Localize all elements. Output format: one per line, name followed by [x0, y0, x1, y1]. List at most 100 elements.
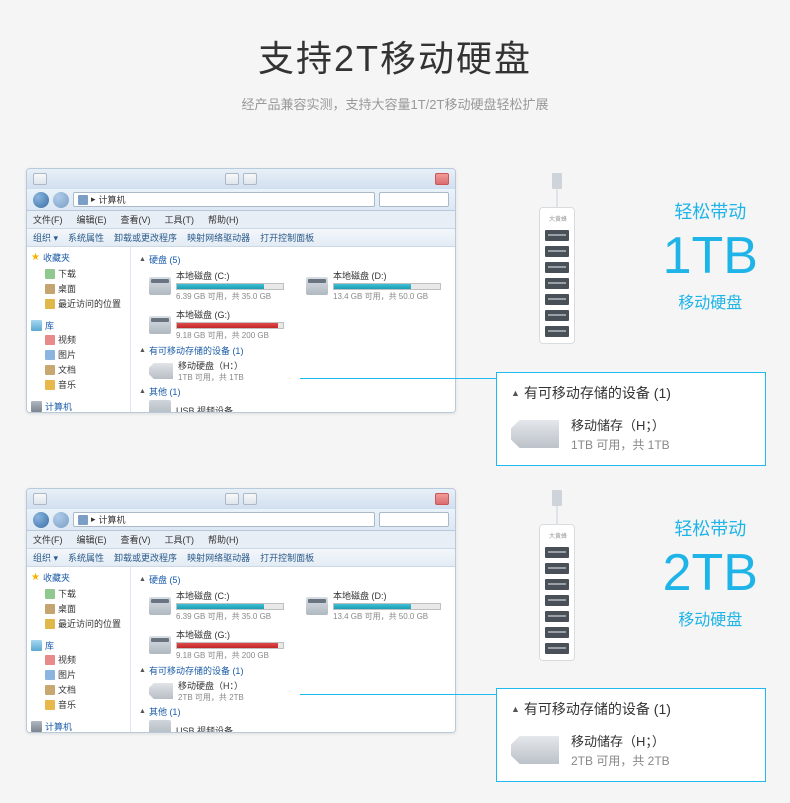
tool-uninstall[interactable]: 卸载或更改程序: [114, 551, 177, 564]
promo-bottom: 移动硬盘: [663, 289, 758, 313]
minimize-button[interactable]: [225, 173, 239, 185]
search-input[interactable]: [379, 512, 449, 527]
usb-port-icon: [545, 611, 569, 622]
favorites-header[interactable]: ★收藏夹: [31, 251, 126, 264]
menu-file[interactable]: 文件(F): [33, 533, 63, 546]
sidebar-video[interactable]: 视频: [31, 652, 126, 667]
removable-icon: [511, 736, 559, 764]
usb-port-icon: [545, 294, 569, 305]
sidebar-music[interactable]: 音乐: [31, 697, 126, 712]
sidebar-pictures[interactable]: 图片: [31, 347, 126, 362]
removable-h[interactable]: 移动硬盘（H：）2TB 可用，共 2TB: [149, 679, 447, 703]
menu-tools[interactable]: 工具(T): [165, 533, 195, 546]
forward-button[interactable]: [53, 512, 69, 528]
tool-map[interactable]: 映射网络驱动器: [187, 231, 250, 244]
star-icon: ★: [31, 572, 40, 583]
back-button[interactable]: [33, 192, 49, 208]
explorer-window-2: ▸计算机 文件(F) 编辑(E) 查看(V) 工具(T) 帮助(H) 组织 ▾ …: [26, 488, 456, 733]
promo-size: 2TB: [663, 545, 758, 602]
usb-hub-image: 大黄蜂: [536, 173, 578, 344]
promo-top: 轻松带动: [663, 515, 758, 541]
section-removable[interactable]: ▲有可移动存储的设备 (1): [139, 344, 447, 357]
search-input[interactable]: [379, 192, 449, 207]
tool-uninstall[interactable]: 卸载或更改程序: [114, 231, 177, 244]
drive-d[interactable]: 本地磁盘 (D:)13.4 GB 可用，共 50.0 GB: [306, 269, 441, 302]
drive-icon: [306, 277, 328, 295]
desktop-icon: [45, 284, 55, 294]
removable-h[interactable]: 移动硬盘（H：）1TB 可用，共 1TB: [149, 359, 447, 383]
sidebar-recent[interactable]: 最近访问的位置: [31, 616, 126, 631]
menu-file[interactable]: 文件(F): [33, 213, 63, 226]
menu-help[interactable]: 帮助(H): [208, 213, 239, 226]
promo-bottom: 移动硬盘: [663, 606, 758, 630]
tool-props[interactable]: 系统属性: [68, 551, 104, 564]
drive-g[interactable]: 本地磁盘 (G:)9.18 GB 可用，共 200 GB: [149, 308, 284, 341]
sidebar-docs[interactable]: 文档: [31, 362, 126, 377]
tool-panel[interactable]: 打开控制面板: [260, 231, 314, 244]
section-removable[interactable]: ▲有可移动存储的设备 (1): [139, 664, 447, 677]
drive-c[interactable]: 本地磁盘 (C:)6.39 GB 可用，共 35.0 GB: [149, 269, 284, 302]
usb-device[interactable]: USB 视频设备: [149, 400, 447, 413]
address-bar[interactable]: ▸计算机: [73, 512, 375, 527]
sidebar-desktop[interactable]: 桌面: [31, 281, 126, 296]
music-icon: [45, 700, 55, 710]
sidebar-desktop[interactable]: 桌面: [31, 601, 126, 616]
sidebar-downloads[interactable]: 下载: [31, 586, 126, 601]
desktop-icon: [45, 604, 55, 614]
menu-view[interactable]: 查看(V): [121, 533, 151, 546]
maximize-button[interactable]: [243, 173, 257, 185]
usb-icon: [149, 720, 171, 733]
tool-map[interactable]: 映射网络驱动器: [187, 551, 250, 564]
address-bar[interactable]: ▸计算机: [73, 192, 375, 207]
forward-button[interactable]: [53, 192, 69, 208]
sidebar-docs[interactable]: 文档: [31, 682, 126, 697]
minimize-button[interactable]: [225, 493, 239, 505]
sidebar-video[interactable]: 视频: [31, 332, 126, 347]
usb-plug-icon: [552, 490, 562, 506]
drive-d[interactable]: 本地磁盘 (D:)13.4 GB 可用，共 50.0 GB: [306, 589, 441, 622]
library-header[interactable]: 库: [31, 319, 126, 332]
menu-edit[interactable]: 编辑(E): [77, 213, 107, 226]
favorites-header[interactable]: ★收藏夹: [31, 571, 126, 584]
sidebar-downloads[interactable]: 下载: [31, 266, 126, 281]
menu-help[interactable]: 帮助(H): [208, 533, 239, 546]
tool-organize[interactable]: 组织 ▾: [33, 231, 58, 244]
library-header[interactable]: 库: [31, 639, 126, 652]
menu-tools[interactable]: 工具(T): [165, 213, 195, 226]
computer-header[interactable]: 计算机: [31, 720, 126, 733]
menubar: 文件(F) 编辑(E) 查看(V) 工具(T) 帮助(H): [27, 531, 455, 549]
close-button[interactable]: [435, 173, 449, 185]
maximize-button[interactable]: [243, 493, 257, 505]
section-other[interactable]: ▲其他 (1): [139, 385, 447, 398]
computer-icon: [78, 195, 88, 205]
hero-subtitle: 经产品兼容实测，支持大容量1T/2T移动硬盘轻松扩展: [0, 94, 790, 113]
menu-view[interactable]: 查看(V): [121, 213, 151, 226]
window-icon: [33, 493, 47, 505]
sidebar-pictures[interactable]: 图片: [31, 667, 126, 682]
section-hdd[interactable]: ▲硬盘 (5): [139, 253, 447, 266]
sidebar-music[interactable]: 音乐: [31, 377, 126, 392]
section-other[interactable]: ▲其他 (1): [139, 705, 447, 718]
content-pane: ▲硬盘 (5) 本地磁盘 (C:)6.39 GB 可用，共 35.0 GB 本地…: [131, 247, 455, 412]
usb-device[interactable]: USB 视频设备: [149, 720, 447, 733]
tool-panel[interactable]: 打开控制面板: [260, 551, 314, 564]
tool-organize[interactable]: 组织 ▾: [33, 551, 58, 564]
close-button[interactable]: [435, 493, 449, 505]
window-icon: [33, 173, 47, 185]
computer-header[interactable]: 计算机: [31, 400, 126, 413]
download-icon: [45, 269, 55, 279]
menu-edit[interactable]: 编辑(E): [77, 533, 107, 546]
sidebar-recent[interactable]: 最近访问的位置: [31, 296, 126, 311]
drive-c[interactable]: 本地磁盘 (C:)6.39 GB 可用，共 35.0 GB: [149, 589, 284, 622]
callout-stat: 1TB 可用，共 1TB: [571, 436, 670, 453]
drive-g[interactable]: 本地磁盘 (G:)9.18 GB 可用，共 200 GB: [149, 628, 284, 661]
back-button[interactable]: [33, 512, 49, 528]
removable-icon: [149, 363, 173, 379]
music-icon: [45, 380, 55, 390]
section-hdd[interactable]: ▲硬盘 (5): [139, 573, 447, 586]
usb-icon: [149, 400, 171, 413]
sidebar: ★收藏夹 下载 桌面 最近访问的位置 库 视频 图片 文档 音乐 计算机 本地磁…: [27, 247, 131, 412]
tool-props[interactable]: 系统属性: [68, 231, 104, 244]
docs-icon: [45, 685, 55, 695]
computer-icon: [31, 721, 42, 732]
